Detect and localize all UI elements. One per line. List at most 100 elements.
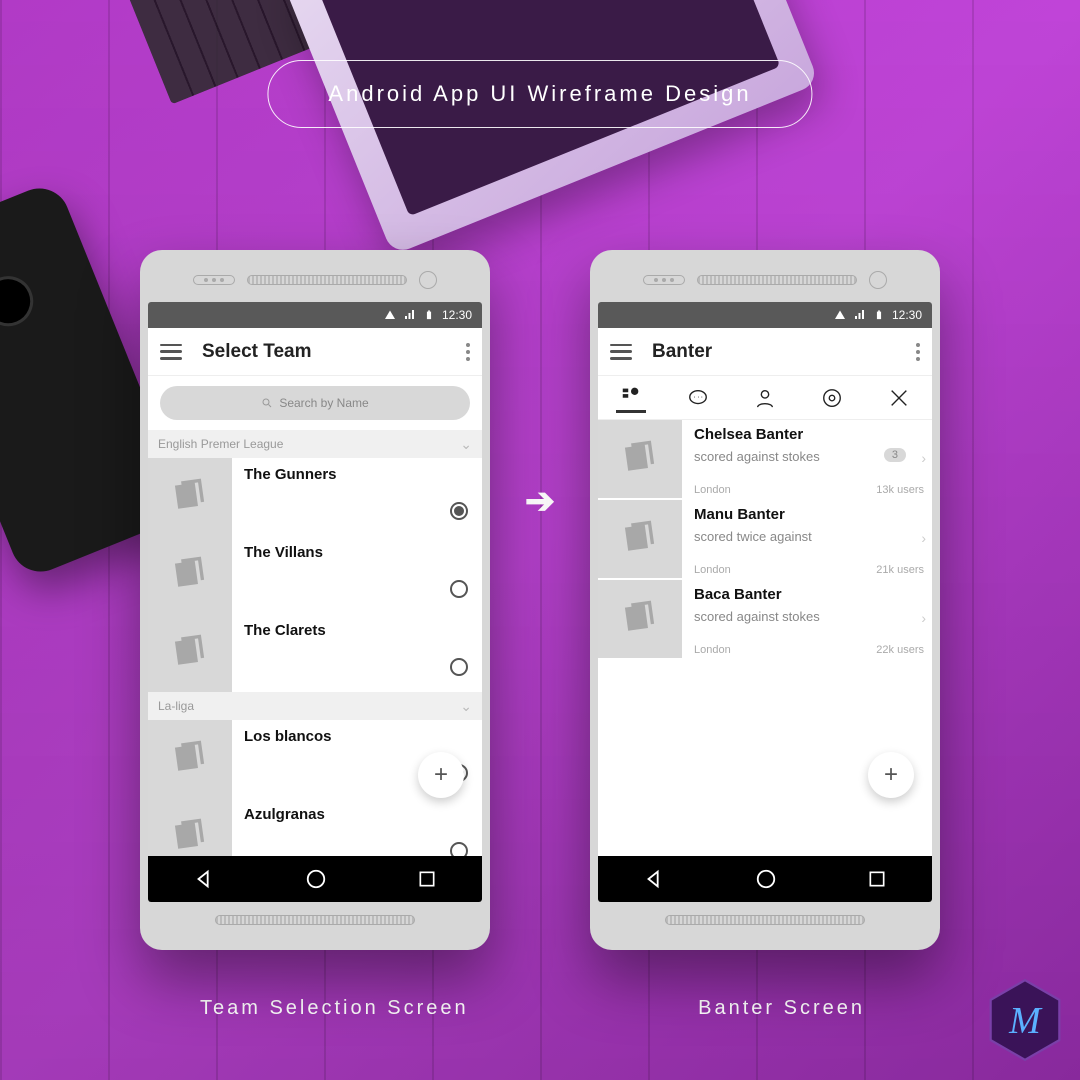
screen-title: Banter	[646, 341, 902, 363]
league-header[interactable]: La-liga ⌄	[148, 692, 482, 720]
image-placeholder-icon	[148, 720, 232, 798]
tab-profile-icon[interactable]	[750, 383, 780, 413]
device-top-bezel	[148, 258, 482, 302]
league-name: English Premer League	[158, 437, 283, 451]
banter-row[interactable]: Baca Banter scored against stokes › Lond…	[598, 580, 932, 660]
nav-back-icon[interactable]	[193, 868, 215, 890]
tab-info-icon[interactable]	[817, 383, 847, 413]
team-name: The Villans	[244, 544, 468, 561]
banter-title: Chelsea Banter	[694, 426, 924, 443]
league-header[interactable]: English Premer League ⌄	[148, 430, 482, 458]
team-row[interactable]: The Gunners	[148, 458, 482, 536]
overflow-menu-icon[interactable]	[466, 343, 470, 361]
image-placeholder-icon	[148, 536, 232, 614]
image-placeholder-icon	[148, 798, 232, 856]
banter-row[interactable]: Manu Banter scored twice against › Londo…	[598, 500, 932, 580]
speaker-icon	[697, 275, 857, 285]
page-title: Android App UI Wireframe Design	[267, 60, 812, 128]
chevron-right-icon: ›	[921, 450, 926, 466]
caption-right: Banter Screen	[698, 997, 865, 1020]
android-nav-bar	[598, 856, 932, 902]
team-name: Los blancos	[244, 728, 468, 745]
banter-subtitle: scored against stokes	[694, 609, 924, 624]
tab-tools-icon[interactable]	[884, 383, 914, 413]
chevron-right-icon: ›	[921, 530, 926, 546]
banter-title: Baca Banter	[694, 586, 924, 603]
status-time: 12:30	[442, 308, 472, 322]
radio-unselected[interactable]	[450, 842, 468, 856]
banter-location: London	[694, 564, 731, 576]
nav-recent-icon[interactable]	[417, 869, 437, 889]
radio-selected[interactable]	[450, 502, 468, 520]
sensor-dots-icon	[193, 275, 235, 285]
camera-icon	[869, 271, 887, 289]
nav-back-icon[interactable]	[643, 868, 665, 890]
camera-icon	[419, 271, 437, 289]
battery-icon	[874, 308, 884, 322]
nav-home-icon[interactable]	[755, 868, 777, 890]
speaker-icon	[665, 915, 865, 925]
battery-icon	[424, 308, 434, 322]
chevron-down-icon: ⌄	[460, 436, 472, 453]
search-placeholder: Search by Name	[279, 396, 368, 410]
banter-location: London	[694, 644, 731, 656]
radio-unselected[interactable]	[450, 580, 468, 598]
banter-row[interactable]: Chelsea Banter scored against stokes 3 ›…	[598, 420, 932, 500]
image-placeholder-icon	[598, 420, 682, 498]
team-row[interactable]: The Clarets	[148, 614, 482, 692]
nav-home-icon[interactable]	[305, 868, 327, 890]
menu-icon[interactable]	[610, 344, 632, 360]
app-bar: Select Team	[148, 328, 482, 376]
screen-title: Select Team	[196, 341, 452, 363]
search-input[interactable]: Search by Name	[160, 386, 470, 420]
tab-feed-icon[interactable]	[616, 383, 646, 413]
app-bar: Banter	[598, 328, 932, 376]
fab-add-button[interactable]: +	[418, 752, 464, 798]
banter-subtitle: scored twice against	[694, 529, 924, 544]
device-top-bezel	[598, 258, 932, 302]
image-placeholder-icon	[148, 614, 232, 692]
status-bar: 12:30	[148, 302, 482, 328]
count-badge: 3	[884, 448, 906, 462]
status-time: 12:30	[892, 308, 922, 322]
chevron-down-icon: ⌄	[460, 698, 472, 715]
team-name: The Clarets	[244, 622, 468, 639]
image-placeholder-icon	[598, 580, 682, 658]
team-name: Azulgranas	[244, 806, 468, 823]
device-banter: 12:30 Banter	[590, 250, 940, 950]
fab-add-button[interactable]: +	[868, 752, 914, 798]
banter-users: 22k users	[876, 644, 924, 656]
radio-unselected[interactable]	[450, 658, 468, 676]
banter-location: London	[694, 484, 731, 496]
status-bar: 12:30	[598, 302, 932, 328]
image-placeholder-icon	[148, 458, 232, 536]
tab-chat-icon[interactable]	[683, 383, 713, 413]
svg-text:M: M	[1008, 1000, 1043, 1042]
team-list[interactable]: English Premer League ⌄ The Gunners The …	[148, 430, 482, 856]
team-name: The Gunners	[244, 466, 468, 483]
signal-icon	[854, 309, 866, 321]
search-icon	[261, 397, 273, 409]
caption-left: Team Selection Screen	[200, 997, 469, 1020]
chevron-right-icon: ›	[921, 610, 926, 626]
banter-list[interactable]: Chelsea Banter scored against stokes 3 ›…	[598, 420, 932, 856]
brand-hex-logo-icon: M	[988, 978, 1062, 1062]
device-bottom-bezel	[148, 902, 482, 938]
nav-recent-icon[interactable]	[867, 869, 887, 889]
team-row[interactable]: The Villans	[148, 536, 482, 614]
device-bottom-bezel	[598, 902, 932, 938]
team-row[interactable]: Azulgranas	[148, 798, 482, 856]
signal-icon	[404, 309, 416, 321]
sensor-dots-icon	[643, 275, 685, 285]
device-team-selection: 12:30 Select Team Search by Name English…	[140, 250, 490, 950]
arrow-right-icon: ➔	[525, 480, 555, 522]
wifi-icon	[834, 309, 846, 321]
tab-bar	[598, 376, 932, 420]
image-placeholder-icon	[598, 500, 682, 578]
menu-icon[interactable]	[160, 344, 182, 360]
overflow-menu-icon[interactable]	[916, 343, 920, 361]
banter-users: 21k users	[876, 564, 924, 576]
speaker-icon	[247, 275, 407, 285]
speaker-icon	[215, 915, 415, 925]
league-name: La-liga	[158, 699, 194, 713]
